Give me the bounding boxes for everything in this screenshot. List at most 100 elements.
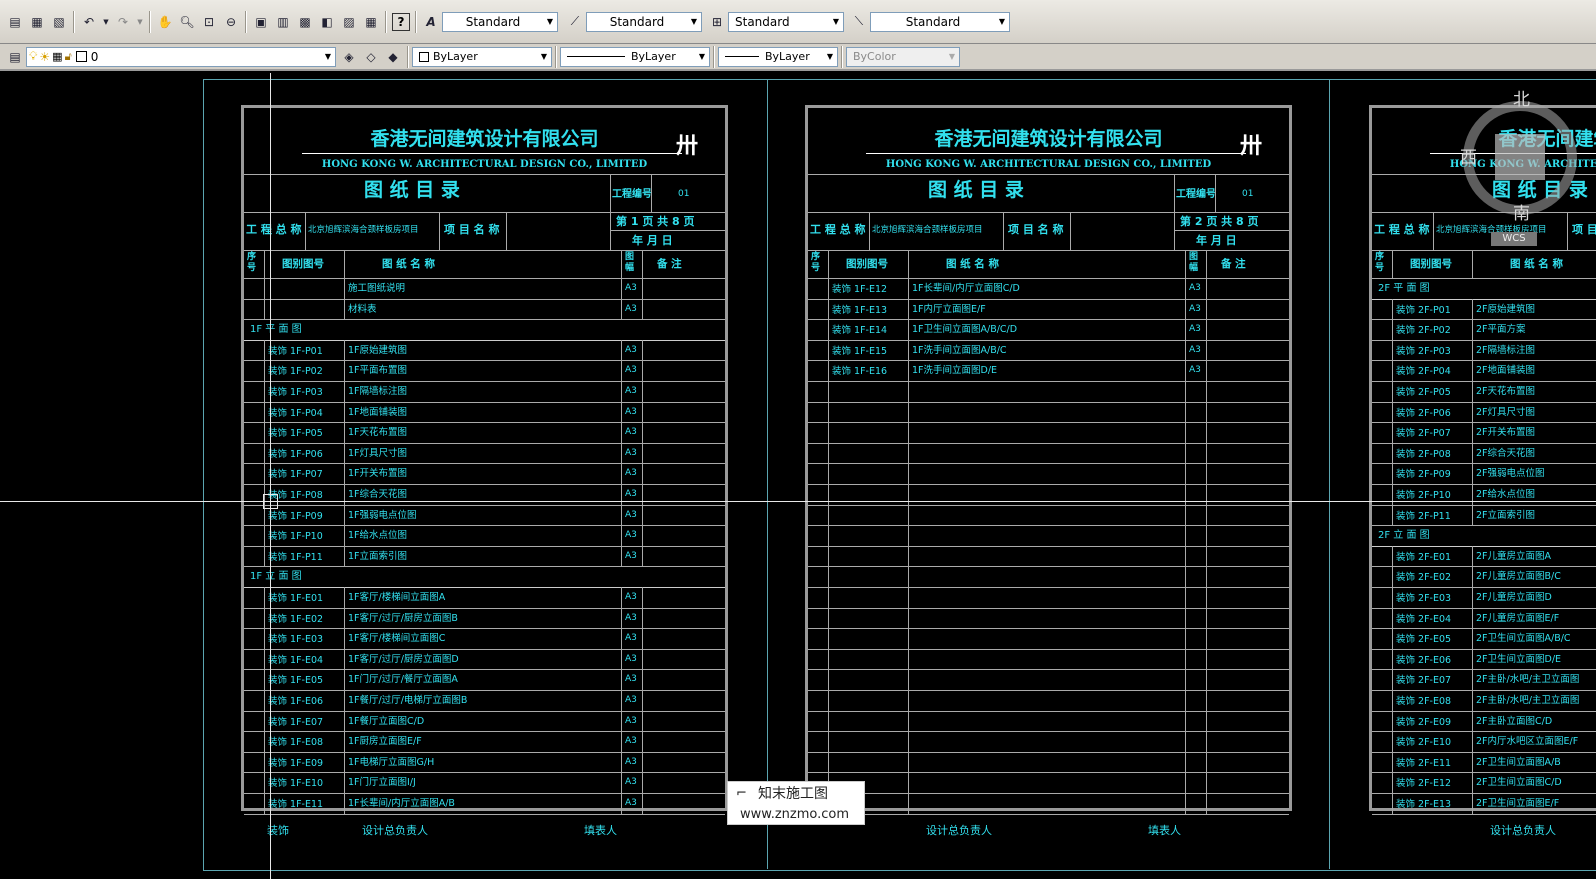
layer-freeze-icon[interactable]: ☀ (39, 50, 50, 64)
row-size: A3 (625, 386, 637, 396)
design-center-icon[interactable]: ▥ (274, 13, 292, 31)
table-row: 装饰 1F-E02 1F客厅/过厅/厨房立面图B A3 (244, 608, 725, 629)
col-line (828, 751, 829, 773)
row-code: 装饰 1F-P09 (268, 510, 323, 522)
match-properties-icon[interactable]: ▦ (28, 13, 46, 31)
row-name: 1F隔墙标注图 (348, 386, 408, 397)
row-line (808, 525, 1289, 527)
row-name: 材料表 (348, 303, 377, 315)
text-style-select[interactable]: Standard ▼ (442, 11, 558, 32)
table-row: 装饰 2F-E02 2F儿童房立面图B/C (1372, 566, 1596, 587)
row-name: 1F客厅/过厅/厨房立面图B (348, 612, 458, 624)
col-line (828, 463, 829, 484)
multileader-style-select[interactable]: Standard ▼ (870, 11, 1010, 32)
row-name: 1F立面索引图 (348, 550, 408, 562)
layer-viewport-icon[interactable]: ▦ (52, 50, 62, 63)
compass-south[interactable]: 南 (1513, 206, 1530, 223)
color-select[interactable]: ByLayer ▼ (412, 46, 552, 67)
row-name: 2F主卧立面图C/D (1476, 715, 1553, 727)
row-code: 装饰 1F-E09 (268, 757, 324, 769)
tool-palettes-icon[interactable]: ▩ (296, 13, 314, 31)
col-line (1206, 731, 1207, 752)
col-line (828, 669, 829, 690)
undo-icon[interactable]: ↶ (80, 13, 98, 31)
col-line (828, 587, 829, 608)
row-code: 装饰 2F-E11 (1396, 757, 1452, 769)
redo-dropdown-icon[interactable]: ▼ (136, 13, 144, 31)
row-size: A3 (625, 715, 637, 726)
table-row: 装饰 2F-P08 2F综合天花图 (1372, 443, 1596, 464)
col-code-header: 图别图号 (1410, 258, 1452, 270)
company-underline (866, 153, 1246, 154)
col-line (1185, 710, 1186, 732)
table-row: 装饰 2F-E08 2F主卧/水吧/主卫立面图 (1372, 690, 1596, 711)
table-row: 装饰 2F-E11 2F卫生间立面图A/B (1372, 752, 1596, 773)
layer-states-icon[interactable]: ◆ (384, 48, 402, 66)
markup-icon[interactable]: ▨ (340, 13, 358, 31)
undo-dropdown-icon[interactable]: ▼ (102, 13, 110, 31)
project-no-value: 01 (678, 189, 690, 199)
table-style-select[interactable]: Standard ▼ (728, 11, 844, 32)
viewcube[interactable]: 北 西 南 WCS (1455, 90, 1585, 246)
pan-icon[interactable]: ✋ (156, 13, 174, 31)
row-line (244, 566, 725, 568)
properties-icon[interactable]: ▣ (252, 13, 270, 31)
row-code: 装饰 2F-E04 (1396, 613, 1452, 625)
layer-select[interactable]: 💡︎ ☀ ▦ 🔓︎ 0 ▼ (26, 46, 336, 67)
plotstyle-select[interactable]: ByColor ▼ (846, 46, 960, 67)
row-name: 2F立面索引图 (1476, 509, 1536, 521)
help-icon[interactable]: ? (392, 12, 410, 31)
row-line (808, 607, 1289, 609)
header-line-2 (244, 212, 725, 213)
layer-on-icon[interactable]: 💡︎ (29, 49, 37, 64)
redo-icon[interactable]: ↷ (114, 13, 132, 31)
table-row: 装饰 1F-E08 1F厨房立面图E/F A3 (244, 731, 725, 752)
layer-lock-icon[interactable]: 🔓︎ (65, 50, 72, 64)
project-no-value: 01 (1242, 189, 1254, 199)
block-editor-icon[interactable]: ▧ (50, 13, 68, 31)
compass-north[interactable]: 北 (1513, 92, 1530, 109)
col-line (1206, 648, 1207, 670)
col-line (1206, 566, 1207, 587)
row-name: 2F主卧/水吧/主卫立面图 (1476, 695, 1580, 706)
size-col-line (1185, 250, 1186, 278)
table-row: 装饰 1F-E06 1F餐厅/过厅/电梯厅立面图B A3 (244, 690, 725, 711)
wcs-menu[interactable]: WCS (1491, 232, 1537, 246)
row-size: A3 (1189, 283, 1201, 293)
page-info: 第 1 页 共 8 页 (616, 215, 695, 228)
zoom-realtime-icon[interactable]: 🔍︎ (178, 13, 196, 31)
col-line (1206, 690, 1207, 711)
lineweight-select[interactable]: ByLayer ▼ (718, 46, 838, 67)
row-line (808, 484, 1289, 485)
layer-manager-icon[interactable]: ▤ (6, 48, 24, 66)
col-line (1185, 587, 1186, 608)
row-code: 装饰 1F-E11 (268, 799, 324, 810)
table-row: 装饰 1F-P11 1F立面索引图 A3 (244, 546, 725, 567)
calculator-icon[interactable]: ▦ (362, 13, 380, 31)
header-line-2 (808, 212, 1289, 213)
note-col-line (642, 250, 643, 278)
row-name: 2F隔墙标注图 (1476, 344, 1536, 356)
zoom-window-icon[interactable]: ⊡ (200, 13, 218, 31)
col-line (908, 710, 909, 732)
make-object-layer-current-icon[interactable]: ◈ (340, 48, 358, 66)
paste-icon[interactable]: ▤ (6, 13, 24, 31)
dim-style-select[interactable]: Standard ▼ (586, 11, 702, 32)
compass-west[interactable]: 西 (1460, 150, 1477, 167)
col-line (1206, 793, 1207, 814)
drawing-canvas[interactable]: 香港无间建筑设计有限公司 HONG KONG W. ARCHITECTURAL D… (0, 73, 1596, 879)
layer-previous-icon[interactable]: ◇ (362, 48, 380, 66)
table-row: 装饰 1F-P06 1F灯具尺寸图 A3 (244, 443, 725, 464)
project-no-label: 工程编号 (612, 189, 652, 200)
col-seq-header: 序号 (811, 252, 821, 273)
zoom-previous-icon[interactable]: ⊖ (222, 13, 240, 31)
col-line (1206, 710, 1207, 732)
table-row: 装饰 2F-E09 2F主卧立面图C/D (1372, 711, 1596, 732)
row-line (808, 381, 1289, 382)
col-line (908, 381, 909, 402)
sheet-set-icon[interactable]: ◧ (318, 13, 336, 31)
linetype-select[interactable]: ByLayer ▼ (560, 46, 710, 67)
row-line (244, 319, 725, 321)
chevron-down-icon: ▼ (826, 52, 834, 61)
row-code: 装饰 1F-E01 (268, 593, 324, 604)
